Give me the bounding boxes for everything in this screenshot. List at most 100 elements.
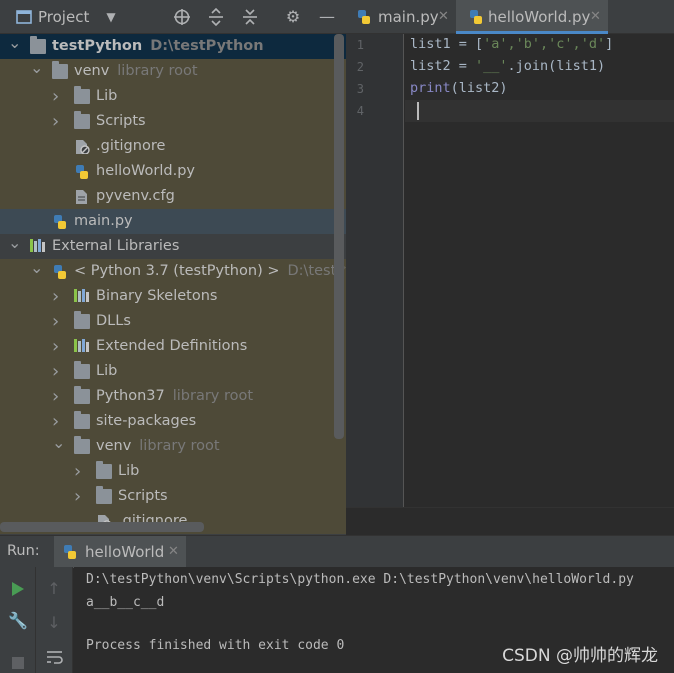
folder-icon (74, 111, 90, 129)
chevron-down-icon[interactable]: ⌄ (30, 255, 43, 280)
close-icon[interactable]: ✕ (438, 0, 449, 34)
folder-icon (30, 36, 46, 54)
node-name: DLLs (96, 313, 131, 329)
chevron-right-icon[interactable]: › (52, 284, 64, 309)
tree-row-helloworld[interactable]: helloWorld.py (0, 159, 346, 184)
tree-node-label: Extended Definitions (96, 334, 247, 359)
folder-icon (96, 486, 112, 504)
node-name: testPython (52, 38, 143, 54)
folder-icon (52, 61, 68, 79)
chevron-right-icon[interactable]: › (52, 359, 64, 384)
ignored-file-icon (76, 140, 90, 154)
arrow-down-icon[interactable]: ↓ (44, 613, 64, 632)
chevron-right-icon[interactable]: › (74, 459, 86, 484)
chevron-right-icon[interactable]: › (52, 309, 64, 334)
node-name: venv (96, 438, 132, 454)
project-tool-window: Project ▼ ⚙ — ⌄ testPython D:\testPython ⌄ v… (0, 0, 346, 535)
watermark: CSDN @帅帅的辉龙 (502, 646, 658, 666)
node-name: Python37 (96, 388, 165, 404)
node-name: pyvenv.cfg (96, 188, 175, 204)
vertical-scrollbar[interactable] (334, 34, 344, 439)
wrench-icon[interactable]: 🔧 (8, 611, 28, 630)
tree-node-label: testPython D:\testPython (52, 34, 264, 59)
project-view-title[interactable]: Project (38, 8, 89, 26)
node-name: Lib (96, 88, 118, 104)
code-line-3[interactable]: print(list2) (410, 80, 508, 96)
hide-icon[interactable]: — (318, 8, 336, 26)
tree-row-python-sdk[interactable]: ⌄ < Python 3.7 (testPython) >D:\testPyth (0, 258, 346, 284)
tree-row-scripts-2[interactable]: › Scripts (0, 484, 346, 509)
tree-row-extended-definitions[interactable]: › Extended Definitions (0, 334, 346, 359)
node-name: Lib (96, 363, 118, 379)
run-label: Run: (7, 543, 40, 559)
tree-row-dlls[interactable]: › DLLs (0, 309, 346, 334)
tree-row-main-py[interactable]: main.py (0, 209, 346, 234)
close-icon[interactable]: ✕ (590, 0, 601, 34)
run-toolbar-secondary: ↑ ↓ (36, 567, 73, 673)
tree-node-label: < Python 3.7 (testPython) >D:\testPyth (74, 259, 346, 284)
close-icon[interactable]: ✕ (168, 536, 179, 568)
tree-row-testpython[interactable]: ⌄ testPython D:\testPython (0, 33, 346, 59)
node-name: Extended Definitions (96, 338, 248, 354)
arrow-up-icon[interactable]: ↑ (44, 579, 64, 598)
run-tab-helloworld[interactable]: helloWorld ✕ (54, 536, 186, 568)
chevron-right-icon[interactable]: › (52, 384, 64, 409)
chevron-down-icon[interactable]: ▼ (102, 8, 120, 26)
chevron-right-icon[interactable]: › (52, 84, 64, 109)
tree-row-external-libraries[interactable]: ⌄ External Libraries (0, 233, 346, 259)
chevron-down-icon[interactable]: ⌄ (8, 30, 21, 55)
code-line-1[interactable]: list1 = ['a','b','c','d'] (410, 36, 613, 52)
stop-icon[interactable] (12, 657, 24, 669)
tree-row-scripts[interactable]: › Scripts (0, 109, 346, 134)
collapse-all-icon[interactable] (241, 8, 259, 26)
tree-node-label: Scripts (118, 484, 168, 509)
chevron-right-icon[interactable]: › (52, 334, 64, 359)
console-line: a__b__c__d (86, 595, 165, 610)
editor-tab-bar: main.py ✕ helloWorld.py ✕ (346, 0, 674, 34)
project-view-icon[interactable] (16, 9, 32, 25)
chevron-down-icon[interactable]: ⌄ (30, 55, 43, 80)
tab-helloworld-py[interactable]: helloWorld.py ✕ (456, 0, 608, 34)
chevron-right-icon[interactable]: › (74, 484, 86, 509)
folder-icon (74, 436, 90, 454)
tree-node-label: venv library root (96, 434, 220, 459)
tree-node-label: helloWorld.py (96, 159, 195, 184)
node-name: Lib (118, 463, 140, 479)
tree-row-binary-skeletons[interactable]: › Binary Skeletons (0, 284, 346, 309)
line-number: 4 (356, 104, 364, 118)
expand-all-icon[interactable] (207, 8, 225, 26)
tree-row-pyvenv-cfg[interactable]: pyvenv.cfg (0, 184, 346, 209)
folder-icon (74, 86, 90, 104)
library-icon (74, 289, 90, 304)
node-name: main.py (74, 213, 133, 229)
node-hint: library root (172, 388, 254, 404)
tab-main-py[interactable]: main.py ✕ (346, 0, 456, 34)
config-file-icon (76, 190, 87, 204)
tree-row-venv[interactable]: ⌄ venv library root (0, 58, 346, 84)
chevron-down-icon[interactable]: ⌄ (8, 230, 21, 255)
tree-row-lib[interactable]: › Lib (0, 84, 346, 109)
tree-node-label: Scripts (96, 109, 146, 134)
tree-node-label: Binary Skeletons (96, 284, 217, 309)
node-name: venv (74, 63, 110, 79)
chevron-down-icon[interactable]: ⌄ (52, 430, 65, 455)
rerun-icon[interactable] (11, 581, 25, 597)
node-hint: library root (117, 63, 198, 79)
tree-row-python37[interactable]: › Python37 library root (0, 384, 346, 409)
python-file-icon (358, 10, 370, 24)
locate-icon[interactable] (173, 8, 191, 26)
node-name: Scripts (96, 113, 146, 129)
code-text: ] (605, 36, 614, 52)
tree-row-venv-2[interactable]: ⌄ venv library root (0, 433, 346, 459)
soft-wrap-icon[interactable] (46, 649, 64, 665)
tree-row-gitignore[interactable]: .gitignore (0, 134, 346, 159)
run-toolbar-primary: 🔧 (0, 567, 36, 673)
chevron-right-icon[interactable]: › (52, 109, 64, 134)
library-icon (30, 239, 46, 254)
tree-node-label: main.py (74, 209, 133, 234)
horizontal-scrollbar[interactable] (0, 522, 204, 532)
gear-icon[interactable]: ⚙ (284, 8, 302, 26)
code-line-2[interactable]: list2 = '__'.join(list1) (410, 58, 605, 74)
tree-row-lib-3[interactable]: › Lib (0, 459, 346, 484)
tree-row-lib-2[interactable]: › Lib (0, 359, 346, 384)
